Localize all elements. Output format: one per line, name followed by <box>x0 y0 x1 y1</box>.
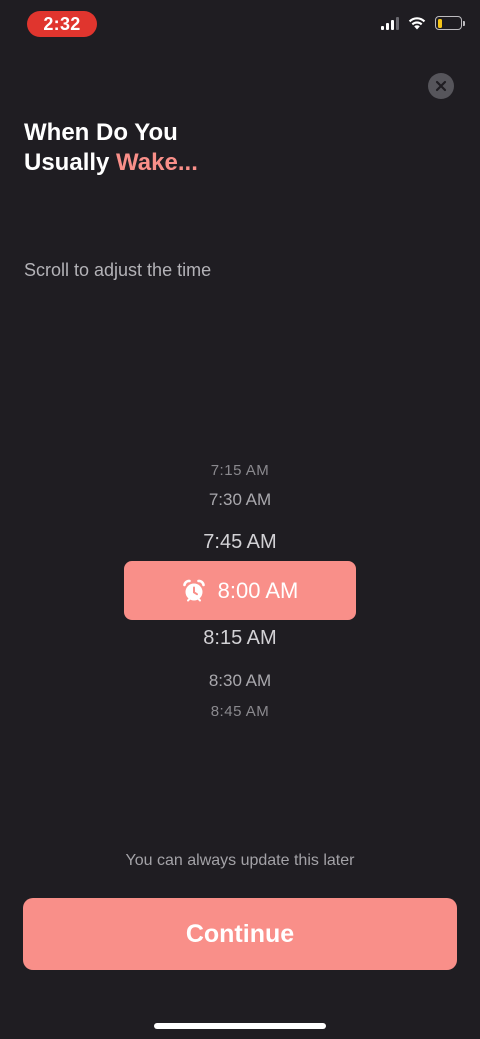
wake-time-screen: 2:32 When Do You Usually Wake... Scroll <box>0 0 480 1039</box>
wifi-icon <box>407 16 427 30</box>
picker-option-7-45[interactable]: 7:45 AM <box>0 531 480 554</box>
picker-option-8-15[interactable]: 8:15 AM <box>0 627 480 650</box>
update-later-note: You can always update this later <box>125 852 355 869</box>
selected-time[interactable]: 8:00 AM <box>124 561 356 620</box>
selected-time-label: 8:00 AM <box>217 577 299 603</box>
alarm-clock-icon <box>182 579 205 601</box>
title-line-1: When Do You <box>24 119 178 146</box>
title-prefix: Usually <box>24 149 117 176</box>
scroll-hint: Scroll to adjust the time <box>24 260 212 280</box>
close-icon <box>435 80 447 92</box>
close-button[interactable] <box>428 73 454 99</box>
picker-option-8-30[interactable]: 8:30 AM <box>0 671 480 691</box>
picker-option-7-15[interactable]: 7:15 AM <box>0 462 480 479</box>
title-line-2: Usually Wake... <box>24 148 198 178</box>
cellular-signal-icon <box>381 16 399 30</box>
battery-fill <box>437 18 442 28</box>
page-title: When Do You Usually Wake... <box>24 118 198 178</box>
picker-option-8-45[interactable]: 8:45 AM <box>0 703 480 717</box>
continue-button[interactable]: Continue <box>23 898 457 970</box>
home-indicator[interactable] <box>154 1023 326 1029</box>
time-picker[interactable]: 7:15 AM 7:30 AM 7:45 AM 8:00 AM 8:15 AM … <box>0 440 480 740</box>
picker-option-7-30[interactable]: 7:30 AM <box>0 490 480 510</box>
battery-icon <box>435 16 465 30</box>
status-time: 2:32 <box>27 11 97 37</box>
title-accent: Wake... <box>116 149 198 176</box>
status-icons <box>381 16 465 30</box>
